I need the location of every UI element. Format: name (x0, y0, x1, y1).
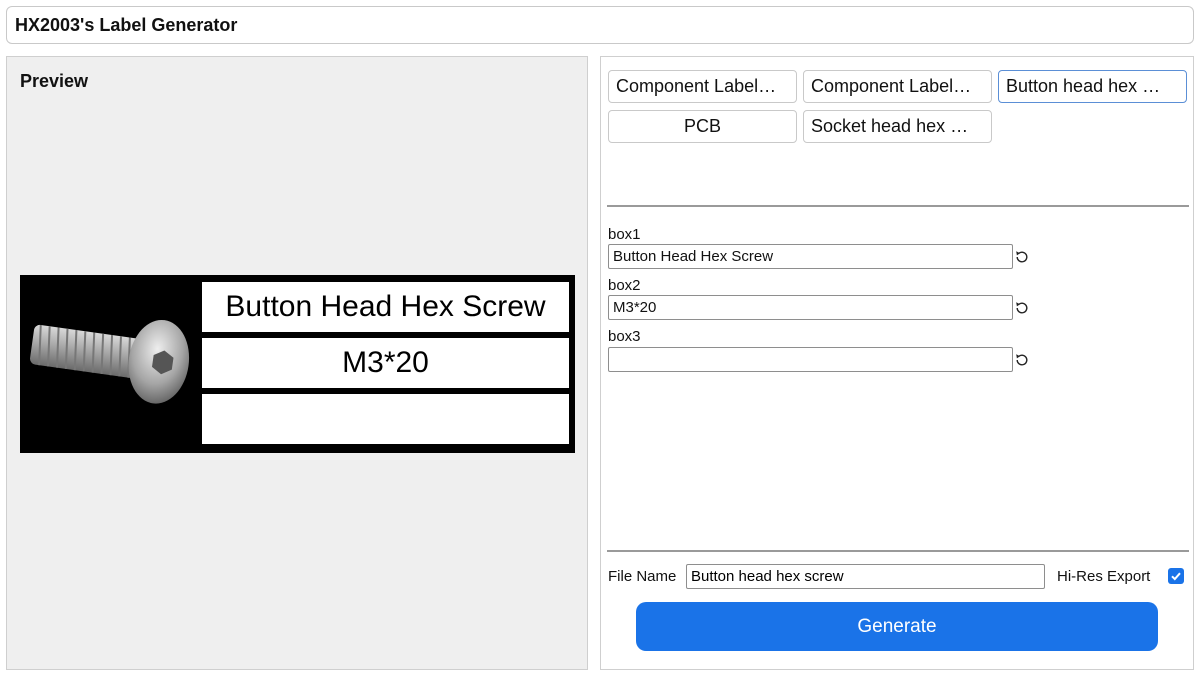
label-box-3 (202, 394, 569, 444)
divider-top (607, 205, 1189, 207)
preview-title: Preview (20, 71, 89, 91)
generate-button[interactable]: Generate (636, 602, 1158, 651)
box3-input[interactable] (608, 347, 1013, 372)
app-header: HX2003's Label Generator (6, 6, 1194, 44)
box2-input[interactable] (608, 295, 1013, 320)
label-box-1: Button Head Hex Screw (202, 282, 569, 332)
template-button-socket-head-hex[interactable]: Socket head hex … (803, 110, 992, 143)
reset-icon[interactable] (1014, 300, 1030, 316)
divider-bottom (607, 550, 1189, 552)
hi-res-export-label: Hi-Res Export (1057, 568, 1151, 585)
file-name-input[interactable] (686, 564, 1045, 589)
hi-res-export-checkbox[interactable] (1168, 568, 1184, 584)
file-name-label: File Name (608, 568, 677, 585)
template-button-pcb[interactable]: PCB (608, 110, 797, 143)
reset-icon[interactable] (1014, 352, 1030, 368)
template-button-component-label-2[interactable]: Component Label… (803, 70, 992, 103)
preview-panel: Preview Button Head Hex Screw M3*20 (6, 56, 588, 670)
controls-panel: Component Label… Component Label… Button… (600, 56, 1194, 670)
screw-image (30, 319, 190, 404)
template-button-button-head-hex[interactable]: Button head hex … (998, 70, 1187, 103)
app-title: HX2003's Label Generator (15, 14, 238, 35)
template-button-component-label-1[interactable]: Component Label… (608, 70, 797, 103)
label-box-2: M3*20 (202, 338, 569, 388)
reset-icon[interactable] (1014, 249, 1030, 265)
checkmark-icon (1171, 572, 1181, 581)
field-label-box1: box1 (608, 226, 641, 243)
field-label-box2: box2 (608, 277, 641, 294)
box1-input[interactable] (608, 244, 1013, 269)
label-preview: Button Head Hex Screw M3*20 (20, 275, 575, 453)
field-label-box3: box3 (608, 328, 641, 345)
